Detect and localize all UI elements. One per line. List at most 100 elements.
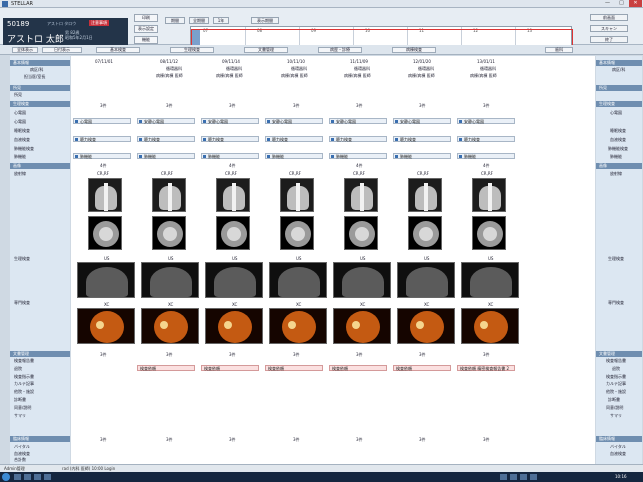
fundus-thumbnail[interactable] (205, 308, 263, 344)
minimize-button[interactable]: — (601, 0, 614, 7)
column-date[interactable]: 08/11/12 (160, 59, 178, 64)
xray-thumbnail[interactable] (408, 178, 442, 212)
exam-tag[interactable]: 聴力検査 (265, 136, 323, 142)
exam-tag[interactable]: 肺機能 (329, 153, 387, 159)
section-imaging-header[interactable]: 画像 (10, 163, 70, 169)
column-date[interactable]: 07/11/01 (95, 59, 113, 64)
right-section-header[interactable]: 臨床情報 (596, 436, 642, 442)
section-physio-header[interactable]: 生理検査 (10, 101, 70, 107)
document-note[interactable]: 検査依頼 (137, 365, 195, 371)
ultrasound-thumbnail[interactable] (333, 262, 391, 298)
column-date[interactable]: 13/01/11 (477, 59, 495, 64)
exam-tag[interactable]: 安静心電図 (137, 118, 195, 124)
exam-tag[interactable]: 肺機能 (457, 153, 515, 159)
fundus-thumbnail[interactable] (397, 308, 455, 344)
right-section-header[interactable]: 生理検査 (596, 101, 642, 107)
tab-ward[interactable]: 病棟検査 (392, 47, 436, 53)
exam-tag[interactable]: 肺機能 (73, 153, 131, 159)
tab-all[interactable]: 全体表示 (12, 47, 38, 53)
fundus-thumbnail[interactable] (269, 308, 327, 344)
exam-tag[interactable]: 安静心電図 (201, 118, 259, 124)
section-bottom-header[interactable]: 臨床情報 (10, 436, 70, 442)
taskbar-app-icon[interactable] (34, 474, 41, 480)
document-note[interactable]: 検査依頼 精密検査報告書 2 (457, 365, 515, 371)
ultrasound-thumbnail[interactable] (461, 262, 519, 298)
exam-tag[interactable]: 安静心電図 (329, 118, 387, 124)
exam-tag[interactable]: 聴力検査 (329, 136, 387, 142)
exam-tag[interactable]: 聴力検査 (393, 136, 451, 142)
exit-button[interactable]: 終了 (590, 36, 628, 43)
exam-tag[interactable]: 肺機能 (393, 153, 451, 159)
xray-thumbnail[interactable] (280, 178, 314, 212)
right-section-header[interactable]: 文書管理 (596, 351, 642, 357)
section-basic-header[interactable]: 基本情報 (10, 60, 70, 66)
exam-tag[interactable]: 心電図 (73, 118, 131, 124)
range-all-button[interactable]: 全期間 (189, 17, 209, 24)
exam-tag[interactable]: 肺機能 (137, 153, 195, 159)
right-section-header[interactable]: 画像 (596, 163, 642, 169)
tray-icon[interactable] (520, 474, 527, 480)
range-display-button[interactable]: 表示期間 (251, 17, 279, 24)
column-date[interactable]: 10/11/10 (287, 59, 305, 64)
print-button[interactable]: 印刷 (134, 14, 158, 22)
document-note[interactable]: 検査依頼 (329, 365, 387, 371)
column-date[interactable]: 12/01/20 (413, 59, 431, 64)
range-period-button[interactable]: 期間 (165, 17, 185, 24)
exam-tag[interactable]: 聴力検査 (201, 136, 259, 142)
ct-thumbnail[interactable] (344, 216, 378, 250)
scan-button[interactable]: スキャン (590, 25, 628, 32)
document-note[interactable]: 検査依頼 (393, 365, 451, 371)
column-date[interactable]: 11/11/09 (350, 59, 368, 64)
tab-date[interactable]: 日付表示 (42, 47, 82, 53)
xray-thumbnail[interactable] (472, 178, 506, 212)
exam-tag[interactable]: 安静心電図 (265, 118, 323, 124)
exam-tag[interactable]: 安静心電図 (457, 118, 515, 124)
ct-thumbnail[interactable] (472, 216, 506, 250)
ct-thumbnail[interactable] (408, 216, 442, 250)
range-year-button[interactable]: 1年 (213, 17, 229, 24)
patient-card[interactable]: 50189 アストロ タロウ 注意事項 アストロ 太郎 男 82歳 昭和5年2月… (3, 18, 128, 48)
xray-thumbnail[interactable] (88, 178, 122, 212)
section-docs-header[interactable]: 文書管理 (10, 351, 70, 357)
display-settings-button[interactable]: 表示設定 (134, 25, 158, 33)
ultrasound-thumbnail[interactable] (269, 262, 327, 298)
taskbar-app-icon[interactable] (24, 474, 31, 480)
exam-tag[interactable]: 肺機能 (201, 153, 259, 159)
right-section-header[interactable]: 基本情報 (596, 60, 642, 66)
close-button[interactable]: ✕ (629, 0, 642, 7)
xray-thumbnail[interactable] (216, 178, 250, 212)
tab-physio[interactable]: 生理検査 (170, 47, 214, 53)
ct-thumbnail[interactable] (280, 216, 314, 250)
ultrasound-thumbnail[interactable] (205, 262, 263, 298)
tray-icon[interactable] (530, 474, 537, 480)
column-date[interactable]: 09/11/14 (222, 59, 240, 64)
fundus-thumbnail[interactable] (141, 308, 199, 344)
xray-thumbnail[interactable] (152, 178, 186, 212)
function-button[interactable]: 機能 (134, 36, 158, 44)
right-section-header[interactable]: 所見 (596, 85, 642, 91)
ultrasound-thumbnail[interactable] (397, 262, 455, 298)
exam-tag[interactable]: 肺機能 (265, 153, 323, 159)
ct-thumbnail[interactable] (88, 216, 122, 250)
fundus-thumbnail[interactable] (461, 308, 519, 344)
taskbar-app-icon[interactable] (14, 474, 21, 480)
back-button[interactable]: 前画面 (590, 14, 628, 21)
fundus-thumbnail[interactable] (333, 308, 391, 344)
section-memo-header[interactable]: 所見 (10, 85, 70, 91)
exam-tag[interactable]: 安静心電図 (393, 118, 451, 124)
tab-history[interactable]: 病歴・診療 (318, 47, 362, 53)
tab-dental[interactable]: 歯科 (545, 47, 573, 53)
taskbar-app-icon[interactable] (44, 474, 51, 480)
ct-thumbnail[interactable] (152, 216, 186, 250)
tray-icon[interactable] (500, 474, 507, 480)
ultrasound-thumbnail[interactable] (77, 262, 135, 298)
document-note[interactable]: 検査依頼 (201, 365, 259, 371)
ct-thumbnail[interactable] (216, 216, 250, 250)
xray-thumbnail[interactable] (344, 178, 378, 212)
start-icon[interactable] (2, 473, 10, 481)
document-note[interactable]: 検査依頼 (265, 365, 323, 371)
ultrasound-thumbnail[interactable] (141, 262, 199, 298)
maximize-button[interactable]: □ (615, 0, 628, 7)
fundus-thumbnail[interactable] (77, 308, 135, 344)
tab-docs[interactable]: 文書管理 (244, 47, 288, 53)
